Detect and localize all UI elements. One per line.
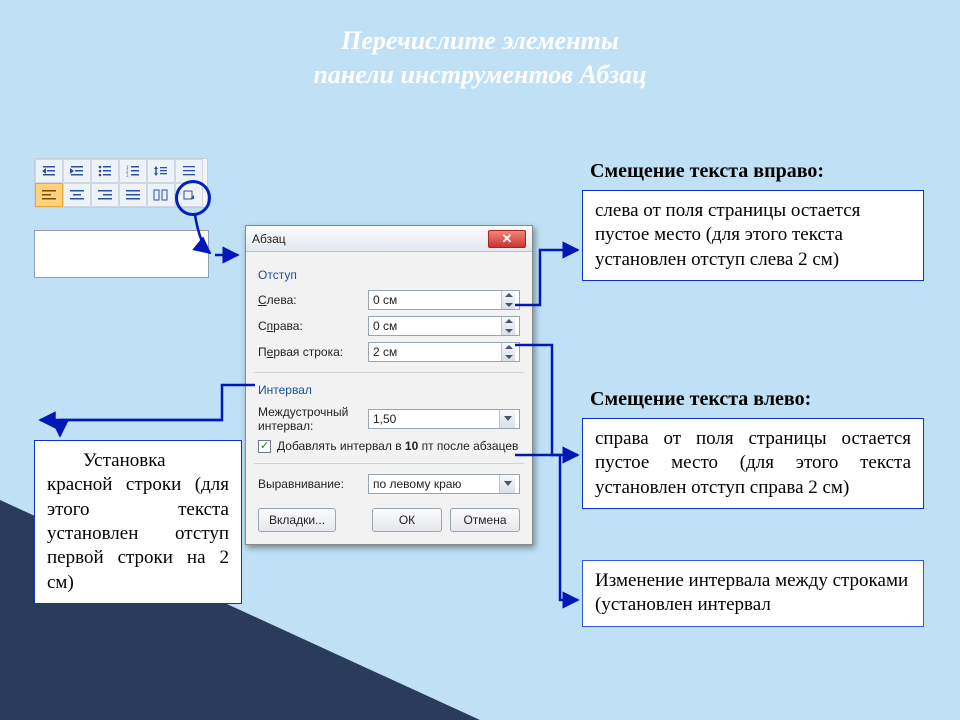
blank-label-box <box>34 230 209 278</box>
tabs-button[interactable]: Вкладки... <box>258 508 336 532</box>
input-indent-right[interactable]: 0 см <box>368 316 520 336</box>
label-indent-right: Справа: <box>258 319 362 333</box>
highlight-circle <box>175 180 211 216</box>
checkbox-icon[interactable]: ✓ <box>258 440 271 453</box>
select-line-spacing[interactable]: 1,50 <box>368 409 520 429</box>
dialog-titlebar: Абзац ✕ <box>246 226 532 252</box>
label-alignment: Выравнивание: <box>258 477 362 491</box>
close-icon[interactable]: ✕ <box>488 230 526 248</box>
line-spacing-icon[interactable] <box>147 159 175 183</box>
spinner-icon[interactable] <box>501 343 515 361</box>
value-indent-right: 0 см <box>373 319 397 333</box>
box-line-spacing: Изменение интервала между строками (уста… <box>582 560 924 627</box>
ok-button[interactable]: ОК <box>372 508 442 532</box>
section-indent: Отступ <box>258 268 520 282</box>
title-line-1: Перечислите элементы <box>341 26 619 55</box>
label-indent-left: ССлева:лева: <box>258 293 362 307</box>
align-justify-icon[interactable] <box>119 183 147 207</box>
label-line-spacing: Междустрочный интервал: <box>258 405 362 433</box>
bullet-list-icon[interactable] <box>91 159 119 183</box>
divider <box>254 372 524 373</box>
input-first-line[interactable]: 2 см <box>368 342 520 362</box>
box-shift-right: слева от поля страницы остается пустое м… <box>582 190 924 281</box>
numbered-list-icon[interactable]: 123 <box>119 159 147 183</box>
value-first-line: 2 см <box>373 345 397 359</box>
divider <box>254 463 524 464</box>
box-first-line: Установка красной строки (для этого текс… <box>34 440 242 604</box>
align-center-icon[interactable] <box>63 183 91 207</box>
dialog-title-text: Абзац <box>252 232 286 246</box>
align-right-icon[interactable] <box>91 183 119 207</box>
heading-shift-right: Смещение текста вправо: <box>590 160 824 183</box>
value-alignment: по левому краю <box>373 477 461 491</box>
heading-shift-left: Смещение текста влево: <box>590 388 811 411</box>
slide-title: Перечислите элементы панели инструментов… <box>0 24 960 92</box>
chevron-down-icon[interactable] <box>499 410 515 428</box>
section-interval: Интервал <box>258 383 520 397</box>
label-first-line: Первая строка: <box>258 345 362 359</box>
decrease-indent-icon[interactable] <box>35 159 63 183</box>
select-alignment[interactable]: по левому краю <box>368 474 520 494</box>
value-indent-left: 0 см <box>373 293 397 307</box>
checkbox-add-space[interactable]: ✓ Добавлять интервал в 10 пт после абзац… <box>258 439 520 453</box>
align-left-icon[interactable] <box>35 183 63 207</box>
svg-text:3: 3 <box>126 174 129 177</box>
chevron-down-icon[interactable] <box>499 475 515 493</box>
increase-indent-icon[interactable] <box>63 159 91 183</box>
value-line-spacing: 1,50 <box>373 412 396 426</box>
spinner-icon[interactable] <box>501 317 515 335</box>
box-shift-left: справа от поля страницы остается пустое … <box>582 418 924 509</box>
checkbox-label: Добавлять интервал в 10 пт после абзацев <box>277 439 518 453</box>
box-first-line-text: Установка красной строки (для этого текс… <box>47 450 229 593</box>
spinner-icon[interactable] <box>501 291 515 309</box>
columns-icon[interactable] <box>147 183 175 207</box>
cancel-button[interactable]: Отмена <box>450 508 520 532</box>
title-line-2: панели инструментов Абзац <box>313 60 646 89</box>
paragraph-dialog: Абзац ✕ Отступ ССлева:лева: 0 см Справа:… <box>245 225 533 545</box>
input-indent-left[interactable]: 0 см <box>368 290 520 310</box>
